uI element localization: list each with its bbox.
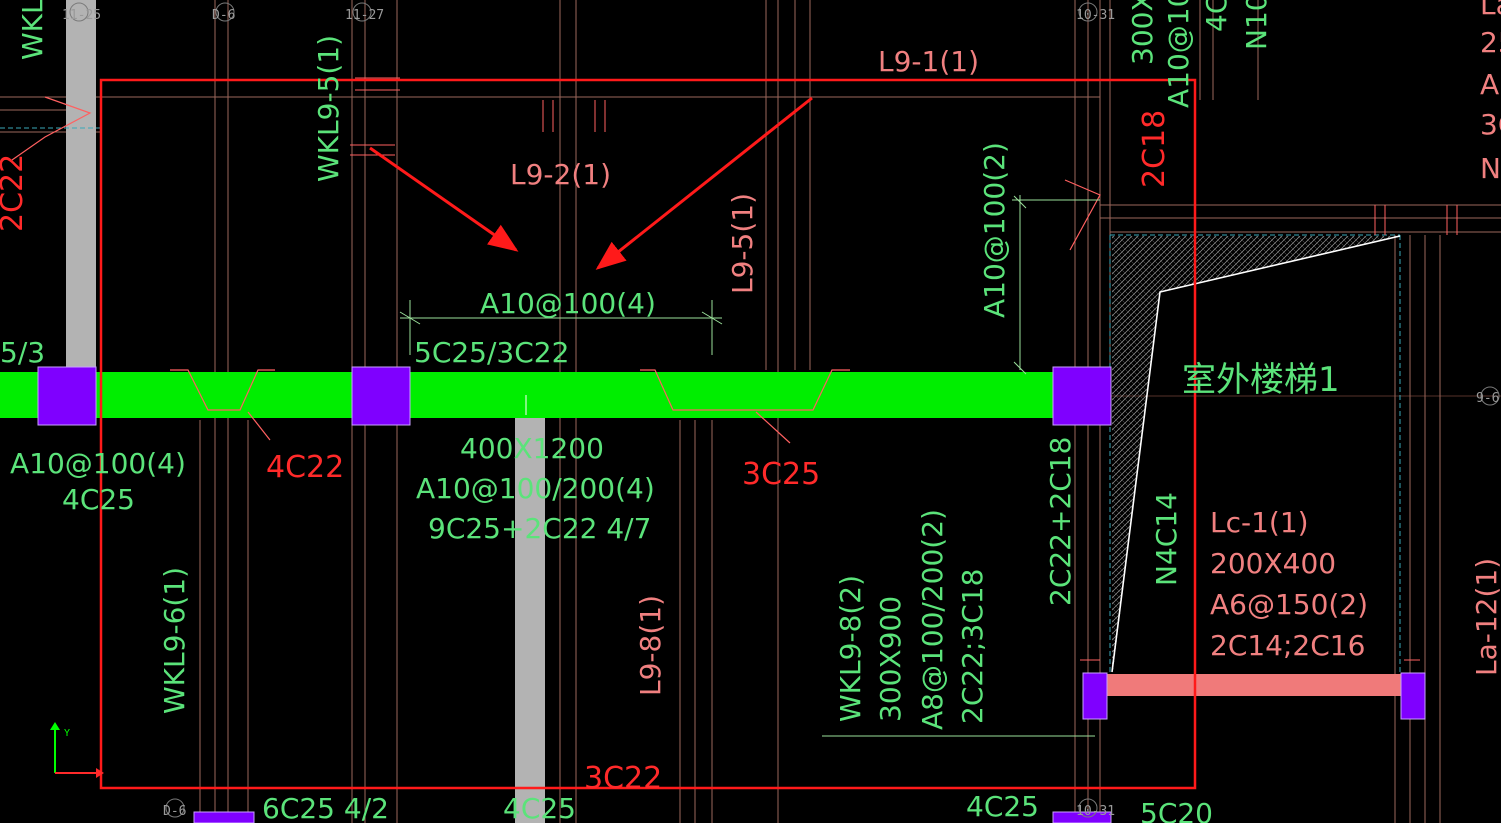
column-right [1052, 366, 1112, 426]
label-300x900: 300X900 [874, 596, 907, 722]
column-bottom-left [193, 811, 255, 823]
grid-ref-d6-top: D-6 [212, 8, 235, 23]
arrow-left [369, 146, 519, 252]
column-left [37, 366, 97, 426]
arrow-right [595, 96, 813, 270]
label-top-right-a10: A10@10 [1162, 0, 1195, 108]
label-4c22: 4C22 [266, 450, 344, 485]
pink-beam-lc1 [1090, 674, 1420, 696]
grid-ref-10-31-top: 10-31 [1076, 8, 1115, 23]
label-wkl-top-left: WKL [16, 0, 49, 60]
label-lc-size: 200X400 [1210, 547, 1336, 580]
label-lc1: Lc-1(1) [1210, 506, 1309, 539]
grid-ref-d6-bottom: D-6 [163, 804, 186, 819]
grey-column-strip-left [66, 0, 96, 395]
column-small-right-b [1400, 672, 1426, 720]
label-2c22-left: 2C22 [0, 154, 30, 232]
svg-text:Y: Y [64, 728, 70, 739]
label-wkl9-8: WKL9-8(2) [834, 575, 867, 722]
grid-ref-9-6: 9-6 [1476, 391, 1499, 406]
label-a10-100-2: A10@100(2) [978, 142, 1011, 318]
label-outdoor-stair: 室外楼梯1 [1182, 360, 1340, 400]
label-4c25-bottom-mid: 4C25 [503, 792, 576, 823]
label-400x1200: 400X1200 [460, 432, 604, 465]
label-5-3: 5/3 [0, 336, 45, 369]
ucs-axis-icon: Y [50, 722, 104, 778]
label-top-right-300: 300X [1126, 0, 1159, 65]
column-mid [351, 366, 411, 426]
label-4c25-bottom-right: 4C25 [966, 790, 1039, 823]
label-top-right-4c: 4C [1200, 0, 1233, 32]
label-a10-100-4-left: A10@100(4) [10, 447, 186, 480]
label-3c25: 3C25 [742, 457, 820, 492]
label-l9-8: L9-8(1) [634, 595, 667, 696]
label-edge-n: N [1480, 152, 1501, 185]
grid-ref-10-31-bottom: 10-31 [1076, 804, 1115, 819]
label-9c25-2c22: 9C25+2C22 4/7 [428, 512, 651, 545]
label-edge-a: A [1480, 68, 1499, 101]
label-5c25-3c22: 5C25/3C22 [414, 336, 569, 369]
label-l9-5: L9-5(1) [726, 193, 759, 294]
label-2c22-3c18: 2C22;3C18 [956, 569, 989, 724]
label-l9-1: L9-1(1) [878, 45, 979, 78]
label-a10-100-4-top: A10@100(4) [480, 287, 656, 320]
label-3c22-bottom: 3C22 [584, 761, 662, 796]
label-top-right-n10: N10 [1240, 0, 1273, 50]
label-a10-100-200-4: A10@100/200(4) [416, 472, 655, 505]
grid-ref-11-25: 11-25 [62, 8, 101, 23]
label-l9-2: L9-2(1) [510, 158, 611, 191]
grid-ref-11-27: 11-27 [345, 8, 384, 23]
label-5c20: 5C20 [1140, 797, 1213, 823]
column-small-right-a [1082, 672, 1108, 720]
label-2c22-2c18: 2C22+2C18 [1044, 437, 1077, 606]
label-2c18: 2C18 [1137, 110, 1172, 188]
label-n4c14: N4C14 [1150, 492, 1183, 586]
cad-drawing-canvas: Y 11-25 D-6 11-27 10-31 D-6 10-31 9-6 WK… [0, 0, 1501, 823]
label-edge-la: La [1480, 0, 1501, 21]
label-lc-a6: A6@150(2) [1210, 588, 1368, 621]
label-wkl9-5: WKL9-5(1) [312, 35, 345, 182]
label-edge-3c: 3C [1480, 108, 1501, 141]
label-edge-25: 25 [1480, 26, 1501, 59]
label-a8: A8@100/200(2) [916, 509, 949, 730]
label-6c25: 6C25 4/2 [262, 792, 389, 823]
green-beam [0, 372, 1110, 418]
label-4c25-left: 4C25 [62, 483, 135, 516]
label-lc-bars: 2C14;2C16 [1210, 629, 1365, 662]
label-la12: La-12(1) [1470, 558, 1501, 676]
label-wkl9-6: WKL9-6(1) [158, 567, 191, 714]
